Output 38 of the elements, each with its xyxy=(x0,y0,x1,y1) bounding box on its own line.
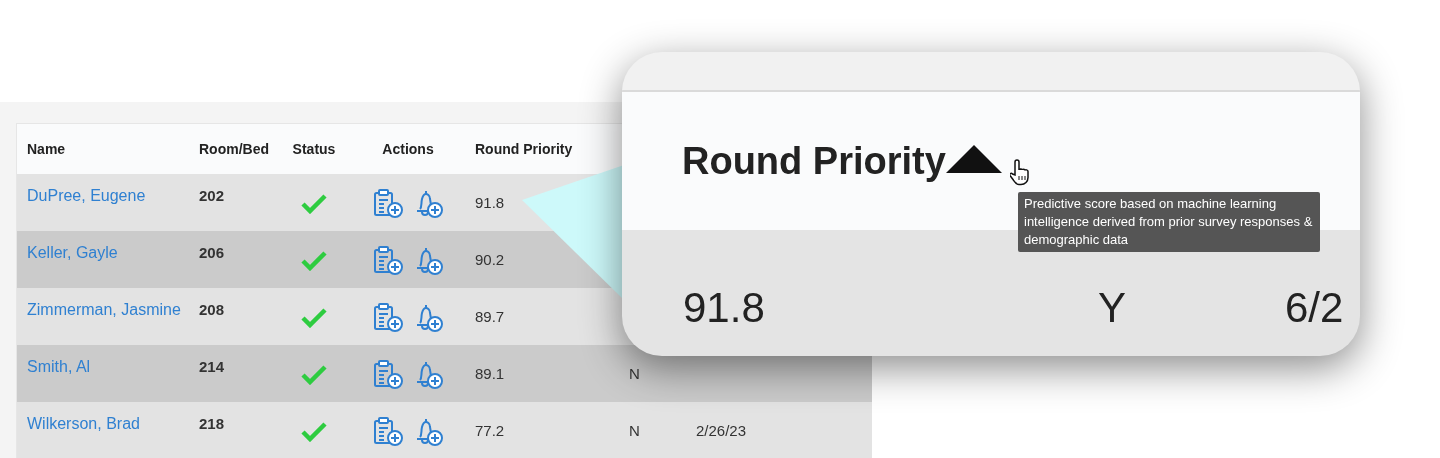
priority-score: 77.2 xyxy=(475,422,505,439)
patient-name-link[interactable]: Wilkerson, Brad xyxy=(27,415,140,432)
room-number: 202 xyxy=(199,187,225,204)
table-cell: 91.8 xyxy=(683,284,765,332)
add-note-button[interactable] xyxy=(373,187,403,218)
room-number: 208 xyxy=(199,301,225,318)
patient-name-link[interactable]: Keller, Gayle xyxy=(27,244,118,261)
column-header: Status xyxy=(291,141,337,157)
tooltip: Predictive score based on machine learning intelligence derived from prior survey responses & demographic data xyxy=(1018,192,1320,252)
table-cell: N xyxy=(629,422,640,439)
date-cell: 2/26/23 xyxy=(696,422,747,439)
room-number: 214 xyxy=(199,358,225,375)
clipboard-plus-icon xyxy=(373,358,403,389)
column-header: Round Priority xyxy=(474,141,574,157)
add-note-button[interactable] xyxy=(373,301,403,332)
add-note-button[interactable] xyxy=(373,244,403,275)
table-cell: Y xyxy=(1098,284,1126,332)
priority-score: 89.7 xyxy=(475,308,505,325)
add-note-button[interactable] xyxy=(373,415,403,446)
clipboard-plus-icon xyxy=(373,187,403,218)
column-header: Room/Bed xyxy=(198,141,270,157)
priority-score: 90.2 xyxy=(475,251,505,268)
patient-name-link[interactable]: Smith, Al xyxy=(27,358,91,375)
table-cell: N xyxy=(629,365,640,382)
priority-score: 91.8 xyxy=(475,194,505,211)
table-cell: 6/2 xyxy=(1285,284,1344,332)
clipboard-plus-icon xyxy=(373,415,403,446)
add-note-button[interactable] xyxy=(373,358,403,389)
column-header: Round Priority xyxy=(682,139,946,183)
patient-name-link[interactable]: Zimmerman, Jasmine xyxy=(27,301,181,318)
patient-name-link[interactable]: DuPree, Eugene xyxy=(27,187,146,204)
room-number: 218 xyxy=(199,415,225,432)
column-header: Actions xyxy=(381,141,435,157)
priority-score: 89.1 xyxy=(475,365,505,382)
clipboard-plus-icon xyxy=(373,301,403,332)
clipboard-plus-icon xyxy=(373,244,403,275)
room-number: 206 xyxy=(199,244,225,261)
column-header: Name xyxy=(26,141,67,157)
